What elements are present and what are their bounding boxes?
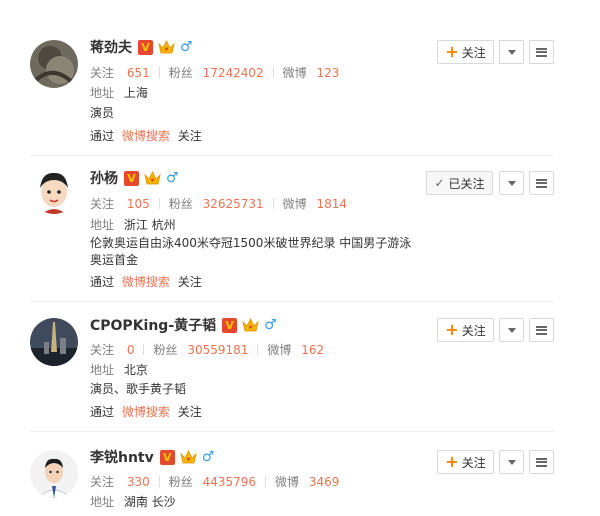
via-link[interactable]: 微博搜索: [122, 275, 170, 289]
via-line: 通过 微博搜索 关注: [90, 129, 202, 143]
location-value: 湖南 长沙: [123, 495, 176, 509]
crown-icon[interactable]: [180, 450, 197, 464]
crown-icon[interactable]: [158, 40, 175, 54]
weibo-count[interactable]: 162: [301, 343, 324, 357]
bio: 演员、歌手黄子韬: [90, 382, 187, 396]
fans-count[interactable]: 4435796: [203, 475, 256, 489]
location-value: 上海: [123, 86, 148, 100]
location-line: 地址 浙江 杭州: [90, 218, 176, 232]
via-link[interactable]: 微博搜索: [122, 405, 170, 419]
follow-button[interactable]: + 关注: [437, 450, 494, 474]
name-row: 蒋劲夫 V ♂: [90, 36, 193, 58]
chevron-down-icon: [507, 459, 516, 465]
plus-icon: +: [445, 42, 459, 61]
chevron-down-icon: [507, 49, 516, 55]
divider: [30, 301, 554, 302]
avatar[interactable]: [30, 40, 78, 88]
via-line: 通过 微博搜索 关注: [90, 405, 202, 419]
fans-count[interactable]: 30559181: [187, 343, 248, 357]
chevron-down-icon: [507, 180, 516, 186]
stats-line: 关注 0 粉丝 30559181 微博 162: [90, 343, 325, 357]
name-row: 李锐hntv V ♂: [90, 446, 214, 468]
stats-line: 关注 105 粉丝 32625731 微博 1814: [90, 197, 348, 211]
via-link[interactable]: 微博搜索: [122, 129, 170, 143]
location-line: 地址 湖南 长沙: [90, 495, 176, 509]
male-icon: ♂: [166, 170, 179, 186]
user-name[interactable]: 孙杨: [90, 168, 118, 188]
menu-icon: [536, 47, 547, 57]
more-options-button[interactable]: [499, 318, 524, 342]
crown-icon[interactable]: [144, 171, 161, 185]
location-value: 北京: [123, 363, 148, 377]
avatar[interactable]: [30, 450, 78, 498]
name-row: 孙杨 V ♂: [90, 167, 179, 189]
fans-count[interactable]: 32625731: [203, 197, 264, 211]
follow-button[interactable]: + 关注: [437, 318, 494, 342]
user-name[interactable]: 李锐hntv: [90, 447, 154, 467]
following-count[interactable]: 0: [127, 343, 135, 357]
verified-badge-icon[interactable]: V: [138, 39, 153, 55]
user-name[interactable]: CPOPKing-黄子韬: [90, 315, 216, 335]
following-count[interactable]: 105: [127, 197, 150, 211]
menu-icon: [536, 457, 547, 467]
follow-button[interactable]: + 关注: [437, 40, 494, 64]
bio: 演员: [90, 106, 115, 120]
chevron-down-icon: [507, 327, 516, 333]
verified-badge-icon[interactable]: V: [124, 170, 139, 186]
verified-badge-icon[interactable]: V: [222, 317, 238, 333]
check-icon: ✓: [434, 176, 445, 190]
menu-icon: [536, 325, 547, 335]
menu-button[interactable]: [529, 40, 554, 64]
avatar[interactable]: [30, 166, 78, 214]
menu-button[interactable]: [529, 318, 554, 342]
followed-button[interactable]: ✓ 已关注: [426, 171, 493, 195]
stats-line: 关注 330 粉丝 4435796 微博 3469: [90, 475, 340, 489]
location-line: 地址 上海: [90, 86, 148, 100]
menu-button[interactable]: [529, 171, 554, 195]
verified-badge-icon[interactable]: V: [159, 449, 175, 465]
avatar[interactable]: [30, 318, 78, 366]
plus-icon: +: [445, 320, 459, 339]
weibo-count[interactable]: 3469: [309, 475, 340, 489]
crown-icon[interactable]: [242, 318, 259, 332]
location-line: 地址 北京: [90, 363, 148, 377]
stats-line: 关注 651 粉丝 17242402 微博 123: [90, 66, 340, 80]
divider: [30, 431, 554, 432]
male-icon: ♂: [180, 39, 193, 55]
plus-icon: +: [445, 452, 459, 471]
via-line: 通过 微博搜索 关注: [90, 275, 202, 289]
more-options-button[interactable]: [499, 171, 524, 195]
following-count[interactable]: 330: [127, 475, 150, 489]
menu-button[interactable]: [529, 450, 554, 474]
more-options-button[interactable]: [499, 40, 524, 64]
bio: 伦敦奥运自由泳400米夺冠1500米破世界纪录 中国男子游泳奥运首金: [90, 236, 412, 267]
location-value: 浙江 杭州: [123, 218, 176, 232]
male-icon: ♂: [201, 449, 215, 465]
male-icon: ♂: [264, 317, 277, 333]
fans-count[interactable]: 17242402: [203, 66, 264, 80]
following-count[interactable]: 651: [127, 66, 150, 80]
weibo-count[interactable]: 123: [317, 66, 340, 80]
more-options-button[interactable]: [499, 450, 524, 474]
name-row: CPOPKing-黄子韬 V ♂: [90, 314, 277, 336]
menu-icon: [536, 178, 547, 188]
divider: [30, 155, 554, 156]
weibo-count[interactable]: 1814: [317, 197, 348, 211]
user-name[interactable]: 蒋劲夫: [90, 37, 132, 57]
